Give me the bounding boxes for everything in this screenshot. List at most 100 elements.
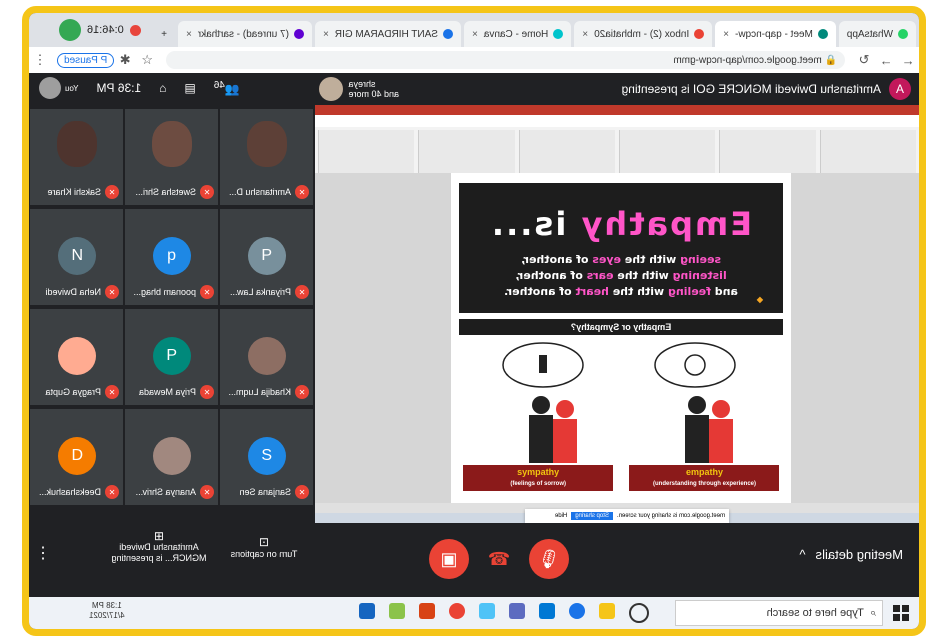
meet-top-right: 👥46 ▤ ⌂ 1:36 PM You — [39, 77, 240, 99]
participant-tile[interactable]: ✕ Amritanshu D... — [220, 109, 313, 205]
captions-icon: ⊡ — [258, 535, 270, 549]
ribbon-group — [318, 130, 415, 176]
title-part: Em — [692, 205, 753, 243]
participant-tile[interactable]: ✕ Ananya Shriv... — [125, 409, 218, 505]
participant-tile[interactable]: ✕ Khadija Luqm... — [220, 309, 313, 405]
participant-name: ✕ Khadija Luqm... — [228, 385, 309, 399]
more-options-icon[interactable]: ⋮ — [35, 543, 51, 563]
participant-tile[interactable]: D ✕ Deekshashuk... — [30, 409, 123, 505]
close-icon[interactable]: × — [723, 29, 729, 40]
participant-tile[interactable]: N ✕ Neha Dwivedi — [30, 209, 123, 305]
mail-app-icon[interactable] — [509, 603, 525, 619]
participant-video — [57, 121, 97, 167]
activities-icon[interactable]: ⌂ — [159, 81, 166, 95]
chrome-icon[interactable] — [449, 603, 465, 619]
participant-tile[interactable]: ✕ Swetsha Shri... — [125, 109, 218, 205]
stop-sharing-button[interactable]: Stop sharing — [571, 512, 613, 520]
camera-toggle-button[interactable]: ▣ — [429, 539, 469, 579]
powerpoint-icon[interactable] — [419, 603, 435, 619]
back-icon[interactable]: ← — [897, 53, 919, 68]
participant-name: ✕ Ananya Shriv... — [136, 485, 214, 499]
app-icon[interactable] — [479, 603, 495, 619]
line-part: feeling — [667, 285, 711, 298]
avatar-initial: p — [167, 247, 177, 264]
tab-meet[interactable]: Meet - qap-ncqw- × — [715, 21, 836, 47]
participant-tile[interactable]: P ✕ Priya Mewada — [125, 309, 218, 405]
empathy-label: empathy (understanding through experience… — [629, 465, 779, 491]
tab-label: WhatsApp — [846, 28, 893, 40]
participant-tile[interactable]: p ✕ poonam bhag... — [125, 209, 218, 305]
mic-off-icon: ✕ — [200, 185, 214, 199]
close-icon[interactable]: × — [472, 29, 478, 40]
avatar-initial: P — [261, 247, 273, 264]
taskbar-clock[interactable]: 1:38 PM 4/17/2021 — [89, 601, 125, 621]
empathy-line-1: seeing with the eyes of another, — [469, 253, 773, 266]
star-icon[interactable]: ☆ — [136, 52, 158, 68]
people-icon[interactable]: 👥46 — [214, 80, 240, 96]
mic-toggle-button[interactable]: 🎙 — [529, 539, 569, 579]
participant-tile[interactable]: ✕ Pragya Gupta — [30, 309, 123, 405]
tab-gmail[interactable]: Inbox (2) - mbhatia20 × — [574, 21, 713, 47]
tab-sant[interactable]: SANT HIRDARAM GIR × — [314, 21, 461, 47]
tab-whatsapp[interactable]: WhatsApp — [838, 21, 916, 47]
hide-button[interactable]: Hide — [555, 513, 567, 519]
label-subtitle: (feelings of sorrow) — [510, 481, 566, 487]
edge-icon[interactable] — [569, 603, 585, 619]
cortana-icon[interactable] — [629, 603, 649, 623]
presenting-button[interactable]: ⊞ Amritanshu Dwivedi MGNCR... is presenti… — [99, 529, 219, 564]
address-bar-row: ← → ↻ 🔒 meet.google.com/qap-ncqw-gmm ☆ ✱… — [29, 47, 919, 74]
pinned-name: shreya — [348, 79, 376, 89]
site-icon — [442, 29, 453, 39]
hang-up-icon: ☎ — [487, 548, 511, 569]
participant-avatar: P — [153, 337, 191, 375]
mic-off-icon: 🎙 — [537, 548, 561, 569]
new-tab-button[interactable]: + — [153, 21, 175, 47]
participant-photo — [58, 337, 96, 375]
forward-icon[interactable]: → — [875, 53, 897, 68]
tab-canva[interactable]: Home - Canva × — [463, 21, 572, 47]
ribbon-group — [619, 130, 716, 176]
captions-button[interactable]: ⊡ Turn on captions — [229, 535, 299, 559]
reload-icon[interactable]: ↻ — [853, 52, 875, 68]
record-dot-icon — [129, 24, 141, 36]
meeting-details-button[interactable]: Meeting details ^ — [799, 547, 903, 562]
taskbar-search[interactable]: ⌕ Type here to search — [675, 600, 883, 626]
word-icon[interactable] — [359, 603, 375, 619]
canva-icon — [553, 29, 564, 39]
avatar-initial: S — [261, 447, 273, 464]
leave-call-button[interactable]: ☎ — [479, 539, 519, 579]
participant-name: ✕ Swetsha Shri... — [135, 185, 214, 199]
close-icon[interactable]: × — [323, 29, 329, 40]
pinned-participant[interactable]: shreya and 40 more — [319, 77, 399, 101]
search-icon: ⌕ — [869, 606, 876, 619]
extensions-icon[interactable]: ✱ — [114, 52, 136, 68]
file-explorer-icon[interactable] — [599, 603, 615, 619]
store-icon[interactable] — [539, 603, 555, 619]
windows-start-icon[interactable] — [893, 605, 909, 621]
participant-name: ✕ Neha Dwivedi — [45, 285, 119, 299]
url-field[interactable]: 🔒 meet.google.com/qap-ncqw-gmm — [166, 51, 845, 69]
meet-clock: 1:36 PM — [96, 81, 142, 95]
participant-photo — [153, 437, 191, 475]
title-part: pathy — [579, 205, 693, 243]
participant-tile[interactable]: S ✕ Sanjana Sen — [220, 409, 313, 505]
label-title: sympathy — [516, 467, 560, 477]
chat-icon[interactable]: ▤ — [184, 81, 195, 95]
line-part: eyes — [592, 253, 621, 266]
close-icon[interactable]: × — [186, 29, 192, 40]
mic-off-icon: ✕ — [105, 485, 119, 499]
participant-tile[interactable]: ✕ Sakshi Khare — [30, 109, 123, 205]
profile-paused-button[interactable]: P Paused — [57, 52, 115, 68]
recording-timer: 0:46:16 — [87, 24, 124, 36]
tab-yahoo[interactable]: (7 unread) - sarthakr × — [177, 21, 312, 47]
slide-question: Empathy or Sympathy? — [459, 319, 783, 335]
app-icon[interactable] — [389, 603, 405, 619]
participant-tile[interactable]: P ✕ Priyanka Law... — [220, 209, 313, 305]
ppt-ribbon — [315, 105, 919, 176]
participants-grid: ✕ Amritanshu D... ✕ Swetsha Shri... ✕ Saksh… — [29, 105, 315, 523]
sympathy-label: sympathy (feelings of sorrow) — [463, 465, 613, 491]
pause-recording-button[interactable] — [59, 19, 81, 41]
mic-off-icon: ✕ — [295, 385, 309, 399]
close-icon[interactable]: × — [582, 29, 588, 40]
menu-icon[interactable]: ⋮ — [29, 52, 51, 68]
